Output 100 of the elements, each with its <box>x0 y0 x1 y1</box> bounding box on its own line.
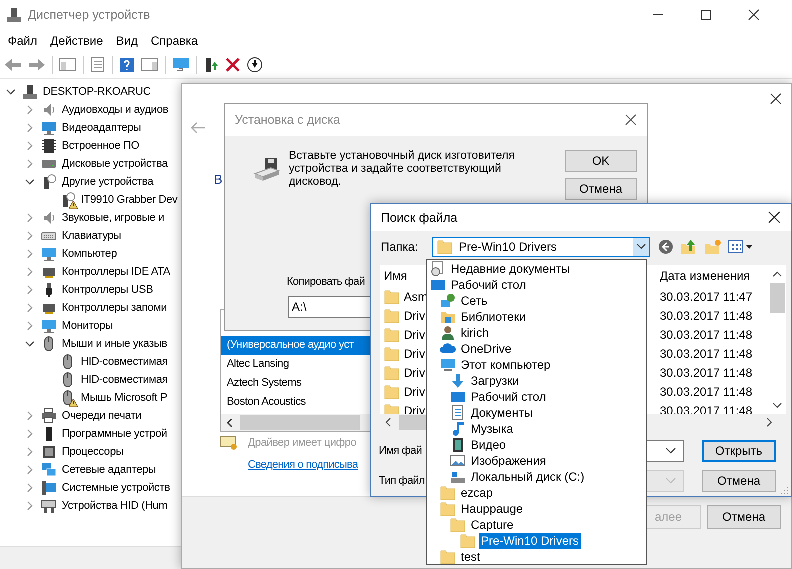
chevron-down-icon[interactable] <box>25 177 35 187</box>
chevron-right-icon[interactable] <box>25 303 35 313</box>
tree-item[interactable]: Мониторы <box>62 320 114 332</box>
tree-item[interactable]: Контроллеры запоми <box>62 302 168 314</box>
up-folder-icon[interactable] <box>680 239 698 255</box>
tree-item[interactable]: Устройства HID (Hum <box>62 500 168 512</box>
scroll-left-icon[interactable] <box>385 418 391 427</box>
scrollbar-thumb[interactable] <box>240 415 360 430</box>
tree-item[interactable]: Контроллеры IDE ATA <box>62 266 170 278</box>
tree-item[interactable]: Встроенное ПО <box>62 140 140 152</box>
scan-monitor-icon[interactable] <box>172 57 190 73</box>
folder-option[interactable]: Видео <box>469 437 508 453</box>
tree-item[interactable]: Процессоры <box>62 446 124 458</box>
chevron-right-icon[interactable] <box>25 249 35 259</box>
chevron-right-icon[interactable] <box>25 267 35 277</box>
help-icon[interactable] <box>119 57 135 73</box>
chevron-right-icon[interactable] <box>25 231 35 241</box>
menu-item[interactable]: Справка <box>151 34 198 48</box>
back-arrow-icon[interactable] <box>191 122 205 134</box>
menu-item[interactable]: Вид <box>116 34 138 48</box>
forward-icon[interactable] <box>28 57 46 73</box>
chevron-down-icon[interactable] <box>25 339 35 349</box>
column-header[interactable]: Дата изменения <box>660 269 750 283</box>
file-name[interactable]: Driv <box>404 308 426 322</box>
cancel-button[interactable]: Отмена <box>707 505 781 529</box>
close-icon[interactable] <box>625 114 637 126</box>
menu-item[interactable]: Действие <box>50 34 104 48</box>
folder-option[interactable]: test <box>459 549 482 565</box>
folder-option[interactable]: Документы <box>469 405 535 421</box>
scroll-left-icon[interactable] <box>226 418 234 426</box>
scroll-right-icon[interactable] <box>767 418 773 427</box>
tree-item[interactable]: Сетевые адаптеры <box>62 464 156 476</box>
tree-item[interactable]: Контроллеры USB <box>62 284 154 296</box>
folder-option[interactable]: ezcap <box>459 485 496 501</box>
file-name[interactable]: Driv <box>404 384 426 398</box>
tree-item[interactable]: DESKTOP-RKOARUC <box>43 86 152 98</box>
console-tree-icon[interactable] <box>59 57 77 73</box>
chevron-right-icon[interactable] <box>25 105 35 115</box>
update-driver-icon[interactable] <box>203 57 219 73</box>
download-circle-icon[interactable] <box>247 57 263 73</box>
resize-grip-icon[interactable] <box>781 486 789 494</box>
action-pane-icon[interactable] <box>141 57 159 73</box>
scroll-down-icon[interactable] <box>773 403 782 409</box>
chevron-right-icon[interactable] <box>25 501 35 511</box>
delete-icon[interactable] <box>225 57 241 73</box>
signature-info-link[interactable]: Сведения о подписыва <box>248 459 358 471</box>
tree-item[interactable]: Видеоадаптеры <box>62 122 142 134</box>
cancel-button[interactable]: Отмена <box>565 178 637 200</box>
folder-option[interactable]: Изображения <box>469 453 548 469</box>
folder-option[interactable]: Capture <box>469 517 516 533</box>
file-name[interactable]: Driv <box>404 366 426 380</box>
tree-item[interactable]: Очереди печати <box>62 410 142 422</box>
folder-option[interactable]: Pre-Win10 Drivers <box>479 533 582 549</box>
scrollbar-thumb[interactable] <box>770 283 785 313</box>
properties-icon[interactable] <box>90 57 106 73</box>
tree-item[interactable]: Другие устройства <box>62 176 154 188</box>
file-name[interactable]: Driv <box>404 328 426 342</box>
chevron-right-icon[interactable] <box>25 141 35 151</box>
view-menu-icon[interactable] <box>728 240 754 254</box>
open-button[interactable]: Открыть <box>702 440 776 462</box>
tree-item[interactable]: Клавиатуры <box>62 230 122 242</box>
folder-option[interactable]: kirich <box>459 325 492 341</box>
folder-combobox[interactable]: Pre-Win10 Drivers <box>432 237 650 257</box>
folder-option[interactable]: Загрузки <box>469 373 522 389</box>
chevron-right-icon[interactable] <box>25 429 35 439</box>
new-folder-icon[interactable] <box>704 239 722 255</box>
cancel-button[interactable]: Отмена <box>702 470 776 492</box>
chevron-right-icon[interactable] <box>25 465 35 475</box>
chevron-down-icon[interactable] <box>636 244 646 250</box>
back-circle-icon[interactable] <box>658 239 674 255</box>
file-name[interactable]: Driv <box>404 346 426 360</box>
folder-option[interactable]: OneDrive <box>459 341 514 357</box>
scroll-up-icon[interactable] <box>773 271 782 277</box>
chevron-right-icon[interactable] <box>25 159 35 169</box>
tree-item[interactable]: IT9910 Grabber Dev <box>81 194 178 206</box>
ok-button[interactable]: OK <box>565 150 637 172</box>
folder-option[interactable]: Локальный диск (C:) <box>469 469 587 485</box>
tree-item[interactable]: Компьютер <box>62 248 118 260</box>
folder-option[interactable]: Рабочий стол <box>469 389 548 405</box>
back-icon[interactable] <box>4 57 22 73</box>
chevron-down-icon[interactable] <box>666 448 676 454</box>
close-icon[interactable] <box>768 211 781 224</box>
tree-item[interactable]: Мышь Microsoft P <box>81 392 168 404</box>
tree-item[interactable]: Мыши и иные указыв <box>62 338 168 350</box>
chevron-right-icon[interactable] <box>25 285 35 295</box>
folder-option[interactable]: Этот компьютер <box>459 357 553 373</box>
folder-option[interactable]: Hauppauge <box>459 501 526 517</box>
tree-item[interactable]: Аудиовходы и аудиов <box>62 104 169 116</box>
tree-item[interactable]: Программные устрой <box>62 428 168 440</box>
chevron-right-icon[interactable] <box>25 213 35 223</box>
menu-item[interactable]: Файл <box>8 34 38 48</box>
folder-option[interactable]: Сеть <box>459 293 490 309</box>
chevron-right-icon[interactable] <box>25 321 35 331</box>
tree-item[interactable]: Звуковые, игровые и <box>62 212 164 224</box>
close-icon[interactable] <box>770 93 782 105</box>
maximize-icon[interactable] <box>700 9 712 21</box>
tree-item[interactable]: HID-совместимая <box>81 356 168 368</box>
tree-item[interactable]: HID-совместимая <box>81 374 168 386</box>
tree-item[interactable]: Дисковые устройства <box>62 158 168 170</box>
folder-option[interactable]: Недавние документы <box>449 261 572 277</box>
